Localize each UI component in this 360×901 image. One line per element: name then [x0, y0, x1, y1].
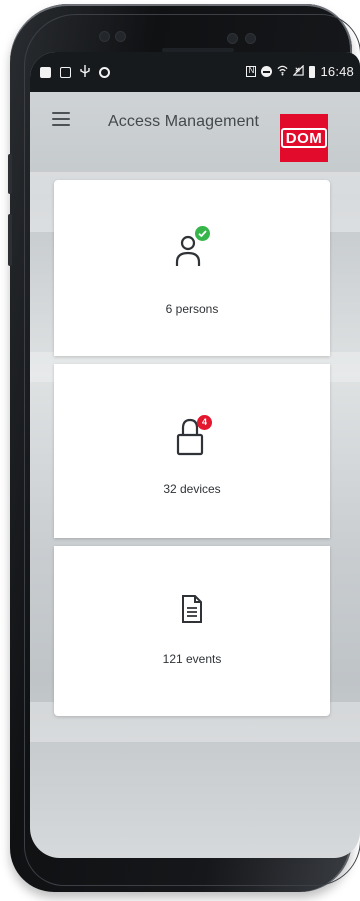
wifi-icon [277, 64, 288, 79]
menu-icon[interactable] [52, 112, 72, 128]
page-title: Access Management [108, 113, 260, 130]
events-card[interactable]: 121 events [54, 546, 330, 716]
phone-bottom-bezel [30, 858, 350, 878]
lock-icon: 4 [175, 415, 212, 458]
phone-screen: N 16:48 Access Management DOM 6 persons … [30, 52, 360, 858]
check-icon [195, 226, 210, 241]
battery-icon [309, 65, 316, 78]
dnd-icon [261, 66, 273, 77]
status-left-icons [40, 65, 110, 80]
usb-icon [80, 65, 90, 80]
devices-card[interactable]: 4 32 devices [54, 364, 330, 538]
events-count: 121 events [162, 652, 222, 666]
nfc-icon: N [246, 66, 257, 77]
status-right-icons: N 16:48 [246, 64, 354, 79]
document-icon [181, 594, 203, 624]
dom-logo: DOM [280, 114, 328, 162]
status-time: 16:48 [320, 64, 354, 79]
app-icon [60, 67, 71, 78]
person-icon [175, 226, 210, 272]
image-icon [40, 67, 51, 78]
bixby-button [8, 214, 12, 266]
persons-count: 6 persons [165, 302, 219, 316]
app-bar: Access Management DOM [30, 92, 360, 162]
circle-icon [99, 67, 110, 78]
status-bar: N 16:48 [30, 52, 360, 92]
devices-count: 32 devices [163, 482, 221, 496]
volume-button [8, 154, 12, 194]
logo-text: DOM [280, 128, 328, 148]
front-sensors [100, 32, 260, 46]
persons-card[interactable]: 6 persons [54, 180, 330, 356]
device-alert-badge: 4 [197, 415, 212, 430]
signal-icon [292, 64, 305, 79]
